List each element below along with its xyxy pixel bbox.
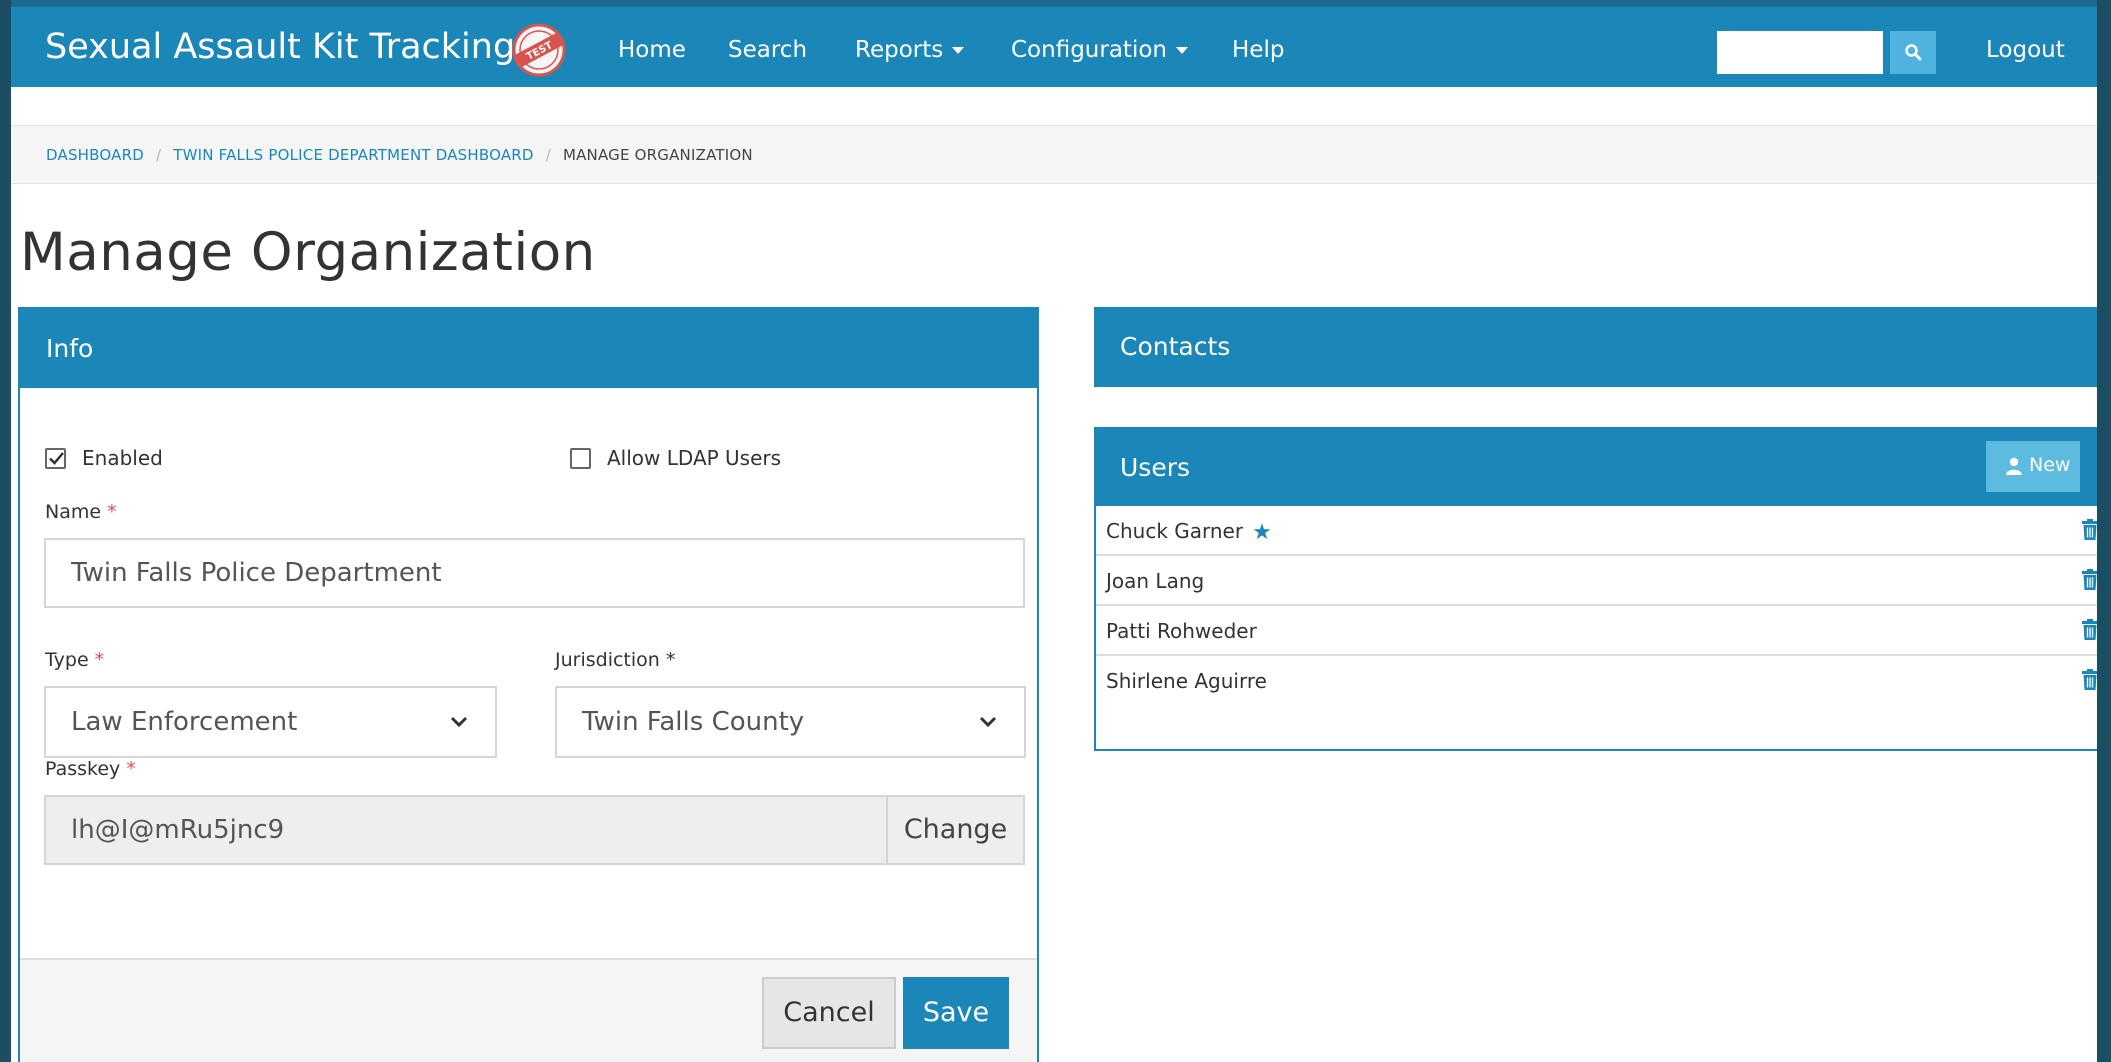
jurisdiction-label: Jurisdiction *	[555, 649, 675, 671]
name-label-text: Name	[45, 501, 102, 523]
nav-home[interactable]: Home	[618, 37, 686, 63]
enabled-label: Enabled	[82, 446, 163, 470]
user-name: Shirlene Aguirre	[1106, 669, 1267, 693]
info-panel-title: Info	[46, 334, 94, 363]
breadcrumb: DASHBOARD / TWIN FALLS POLICE DEPARTMENT D…	[46, 146, 753, 164]
type-select[interactable]: Law Enforcement	[44, 686, 497, 758]
user-row[interactable]: Joan Lang	[1096, 556, 2098, 606]
passkey-input	[44, 795, 886, 865]
change-passkey-button[interactable]: Change	[886, 795, 1025, 865]
info-panel-header: Info	[20, 309, 1037, 388]
nav-search-button[interactable]	[1890, 31, 1936, 74]
contacts-panel-title: Contacts	[1120, 332, 1231, 361]
user-name-cell: Chuck Garner ★	[1106, 519, 1272, 545]
user-name: Chuck Garner	[1106, 519, 1244, 543]
logout-link[interactable]: Logout	[1986, 37, 2065, 63]
breadcrumb-dashboard[interactable]: DASHBOARD	[46, 146, 144, 164]
save-button[interactable]: Save	[903, 977, 1009, 1049]
contacts-panel-header: Contacts	[1094, 307, 2097, 387]
type-select-value: Law Enforcement	[71, 707, 298, 737]
nav-help[interactable]: Help	[1232, 37, 1284, 63]
users-panel-title: Users	[1120, 453, 1191, 482]
user-name: Patti Rohweder	[1106, 619, 1257, 643]
new-user-label: New	[2029, 454, 2071, 476]
right-border	[2097, 0, 2111, 1062]
user-row[interactable]: Chuck Garner ★	[1096, 506, 2098, 556]
user-row[interactable]: Shirlene Aguirre	[1096, 656, 2098, 706]
chevron-down-icon	[450, 716, 468, 728]
caret-down-icon	[952, 47, 965, 54]
allow-ldap-checkbox[interactable]	[570, 448, 591, 469]
check-icon	[49, 452, 64, 465]
breadcrumb-bar: DASHBOARD / TWIN FALLS POLICE DEPARTMENT D…	[11, 125, 2097, 184]
nav-search-input[interactable]	[1717, 31, 1883, 74]
required-marker: *	[107, 501, 117, 523]
app-window: Sexual Assault Kit Tracking TEST Home Se…	[0, 0, 2111, 1062]
type-label-text: Type	[45, 649, 89, 671]
test-stamp-icon: TEST	[512, 23, 566, 77]
nav-configuration-label: Configuration	[1011, 37, 1167, 63]
users-panel: Users New Chuck Garner ★ Joan Lang Patti…	[1094, 427, 2098, 751]
jurisdiction-label-text: Jurisdiction	[555, 649, 660, 671]
user-name: Joan Lang	[1106, 569, 1205, 593]
cancel-button[interactable]: Cancel	[762, 977, 896, 1049]
nav-search[interactable]: Search	[728, 37, 807, 63]
passkey-label-text: Passkey	[45, 758, 121, 780]
left-border	[0, 0, 11, 1062]
breadcrumb-current: MANAGE ORGANIZATION	[562, 146, 753, 164]
required-marker: *	[126, 758, 136, 780]
info-panel: Info Enabled Allow LDAP Users Name* Type…	[18, 307, 1039, 1062]
page-title: Manage Organization	[20, 222, 596, 283]
users-list: Chuck Garner ★ Joan Lang Patti Rohweder …	[1096, 506, 2098, 706]
top-navbar: Sexual Assault Kit Tracking TEST Home Se…	[0, 0, 2111, 87]
search-icon	[1905, 44, 1922, 61]
nav-reports-label: Reports	[855, 37, 944, 63]
passkey-label: Passkey *	[45, 758, 136, 780]
star-icon: ★	[1252, 520, 1272, 545]
user-icon	[2006, 457, 2022, 475]
allow-ldap-label: Allow LDAP Users	[607, 446, 782, 470]
caret-down-icon	[1175, 47, 1188, 54]
nav-reports[interactable]: Reports	[855, 37, 965, 63]
enabled-checkbox[interactable]	[45, 448, 66, 469]
name-input[interactable]	[44, 538, 1025, 608]
info-panel-footer: Cancel Save	[20, 958, 1037, 1062]
required-marker: *	[94, 649, 105, 671]
user-row[interactable]: Patti Rohweder	[1096, 606, 2098, 656]
new-user-button[interactable]: New	[1986, 441, 2080, 492]
type-label: Type *	[45, 649, 104, 671]
jurisdiction-select[interactable]: Twin Falls County	[555, 686, 1026, 758]
breadcrumb-separator: /	[545, 146, 551, 164]
brand-title[interactable]: Sexual Assault Kit Tracking	[45, 27, 515, 67]
name-label: Name *	[45, 501, 117, 523]
breadcrumb-department-dashboard[interactable]: TWIN FALLS POLICE DEPARTMENT DASHBOARD	[173, 146, 533, 164]
chevron-down-icon	[979, 716, 997, 728]
required-marker: *	[665, 649, 676, 671]
jurisdiction-select-value: Twin Falls County	[582, 707, 805, 737]
nav-configuration[interactable]: Configuration	[1011, 37, 1188, 63]
users-panel-header: Users New	[1094, 427, 2097, 506]
breadcrumb-separator: /	[155, 146, 162, 164]
